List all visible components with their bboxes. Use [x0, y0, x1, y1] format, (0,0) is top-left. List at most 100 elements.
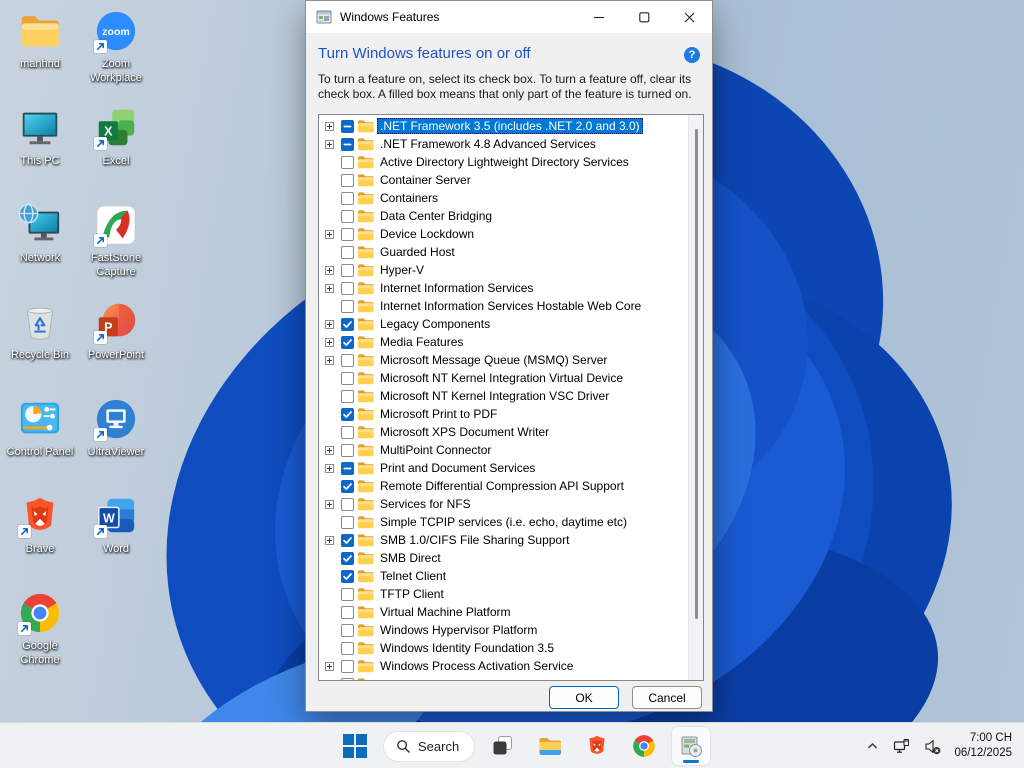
taskbar-start-button[interactable] [336, 727, 374, 765]
feature-checkbox-checked[interactable] [341, 479, 354, 493]
feature-checkbox-checked[interactable] [341, 407, 354, 421]
expand-plus-icon[interactable] [325, 265, 334, 275]
feature-label[interactable]: Container Server [377, 172, 474, 188]
desktop-icon-recycle-bin[interactable]: Recycle Bin [2, 299, 78, 396]
feature-row[interactable] [319, 675, 688, 680]
taskbar-clock[interactable]: 7:00 CH 06/12/2025 [950, 731, 1018, 761]
desktop-icon-word[interactable]: W Word [78, 493, 154, 590]
feature-row[interactable]: Hyper-V [319, 261, 688, 279]
minimize-button[interactable] [577, 1, 622, 33]
feature-checkbox-partial[interactable] [341, 119, 354, 133]
feature-row[interactable]: Windows Hypervisor Platform [319, 621, 688, 639]
feature-checkbox-unchecked[interactable] [341, 227, 354, 241]
volume-muted-icon[interactable] [919, 729, 946, 763]
feature-row[interactable]: Services for NFS [319, 495, 688, 513]
feature-checkbox-unchecked[interactable] [341, 443, 354, 457]
feature-row[interactable]: Internet Information Services Hostable W… [319, 297, 688, 315]
feature-label[interactable]: Data Center Bridging [377, 208, 495, 224]
feature-checkbox-unchecked[interactable] [341, 371, 354, 385]
feature-row[interactable]: TFTP Client [319, 585, 688, 603]
taskbar-file-explorer-button[interactable] [531, 727, 569, 765]
desktop-icon-zoom-workplace[interactable]: zoom Zoom Workplace [78, 8, 154, 105]
feature-checkbox-partial[interactable] [341, 461, 354, 475]
feature-label[interactable]: Microsoft XPS Document Writer [377, 424, 552, 440]
feature-label[interactable]: .NET Framework 3.5 (includes .NET 2.0 an… [377, 118, 643, 134]
taskbar-search-pill[interactable]: Search [383, 730, 476, 762]
feature-label[interactable]: Containers [377, 190, 441, 206]
ok-button[interactable]: OK [549, 686, 619, 709]
feature-checkbox-unchecked[interactable] [341, 425, 354, 439]
expand-plus-icon[interactable] [325, 535, 334, 545]
feature-checkbox-unchecked[interactable] [341, 245, 354, 259]
desktop-icon-powerpoint[interactable]: P PowerPoint [78, 299, 154, 396]
feature-row[interactable]: Windows Process Activation Service [319, 657, 688, 675]
taskbar-chrome-button[interactable] [625, 727, 663, 765]
feature-label[interactable]: MultiPoint Connector [377, 442, 494, 458]
feature-checkbox-unchecked[interactable] [341, 623, 354, 637]
close-button[interactable] [667, 1, 712, 33]
feature-checkbox-unchecked[interactable] [341, 587, 354, 601]
feature-label[interactable]: Legacy Components [377, 316, 493, 332]
feature-row[interactable]: Microsoft XPS Document Writer [319, 423, 688, 441]
desktop-icon-manhnd[interactable]: manhnd [2, 8, 78, 105]
feature-row[interactable]: Print and Document Services [319, 459, 688, 477]
expand-plus-icon[interactable] [325, 319, 334, 329]
feature-label[interactable]: Windows Process Activation Service [377, 658, 576, 674]
help-icon[interactable]: ? [684, 47, 700, 63]
expand-plus-icon[interactable] [325, 661, 334, 671]
taskbar-brave-button[interactable] [578, 727, 616, 765]
feature-checkbox-checked[interactable] [341, 551, 354, 565]
feature-label[interactable]: SMB Direct [377, 550, 444, 566]
feature-label[interactable]: Windows Identity Foundation 3.5 [377, 640, 557, 656]
feature-label[interactable]: Virtual Machine Platform [377, 604, 514, 620]
feature-label[interactable]: Microsoft NT Kernel Integration VSC Driv… [377, 388, 612, 404]
feature-checkbox-unchecked[interactable] [341, 299, 354, 313]
taskbar-task-view-button[interactable] [484, 727, 522, 765]
expand-plus-icon[interactable] [325, 355, 334, 365]
feature-row[interactable]: .NET Framework 4.8 Advanced Services [319, 135, 688, 153]
feature-label[interactable]: SMB 1.0/CIFS File Sharing Support [377, 532, 572, 548]
feature-label[interactable]: Microsoft NT Kernel Integration Virtual … [377, 370, 626, 386]
network-ethernet-icon[interactable] [888, 729, 915, 763]
feature-label[interactable]: Hyper-V [377, 262, 427, 278]
feature-row[interactable]: SMB 1.0/CIFS File Sharing Support [319, 531, 688, 549]
feature-label[interactable]: Services for NFS [377, 496, 474, 512]
feature-label[interactable]: TFTP Client [377, 586, 447, 602]
feature-checkbox-unchecked[interactable] [341, 389, 354, 403]
expand-plus-icon[interactable] [325, 499, 334, 509]
feature-row[interactable]: Containers [319, 189, 688, 207]
feature-row[interactable]: Virtual Machine Platform [319, 603, 688, 621]
feature-row[interactable]: .NET Framework 3.5 (includes .NET 2.0 an… [319, 117, 688, 135]
taskbar-windows-features-button[interactable] [672, 727, 711, 765]
feature-row[interactable]: Guarded Host [319, 243, 688, 261]
feature-label[interactable]: Simple TCPIP services (i.e. echo, daytim… [377, 514, 630, 530]
feature-label[interactable]: Media Features [377, 334, 466, 350]
desktop-icon-faststone-capture[interactable]: FastStone Capture [78, 202, 154, 299]
feature-checkbox-unchecked[interactable] [341, 173, 354, 187]
desktop-icon-ultraviewer[interactable]: UltraViewer [78, 396, 154, 493]
feature-row[interactable]: Device Lockdown [319, 225, 688, 243]
feature-label[interactable]: Telnet Client [377, 568, 449, 584]
feature-row[interactable]: Internet Information Services [319, 279, 688, 297]
feature-row[interactable]: MultiPoint Connector [319, 441, 688, 459]
expand-plus-icon[interactable] [325, 121, 334, 131]
feature-checkbox-unchecked[interactable] [341, 281, 354, 295]
desktop-icon-control-panel[interactable]: Control Panel [2, 396, 78, 493]
expand-plus-icon[interactable] [325, 445, 334, 455]
feature-checkbox-unchecked[interactable] [341, 353, 354, 367]
feature-label[interactable]: Print and Document Services [377, 460, 538, 476]
feature-label[interactable]: Internet Information Services [377, 280, 536, 296]
expand-plus-icon[interactable] [325, 337, 334, 347]
feature-row[interactable]: SMB Direct [319, 549, 688, 567]
feature-checkbox-unchecked[interactable] [341, 155, 354, 169]
feature-checkbox-checked[interactable] [341, 569, 354, 583]
feature-row[interactable]: Microsoft Message Queue (MSMQ) Server [319, 351, 688, 369]
feature-row[interactable]: Legacy Components [319, 315, 688, 333]
feature-row[interactable]: Data Center Bridging [319, 207, 688, 225]
scrollbar-track[interactable] [688, 115, 703, 680]
feature-row[interactable]: Microsoft NT Kernel Integration VSC Driv… [319, 387, 688, 405]
expand-plus-icon[interactable] [325, 139, 334, 149]
tray-chevron-up-icon[interactable] [861, 729, 884, 763]
feature-label[interactable]: .NET Framework 4.8 Advanced Services [377, 136, 599, 152]
feature-checkbox-unchecked[interactable] [341, 605, 354, 619]
